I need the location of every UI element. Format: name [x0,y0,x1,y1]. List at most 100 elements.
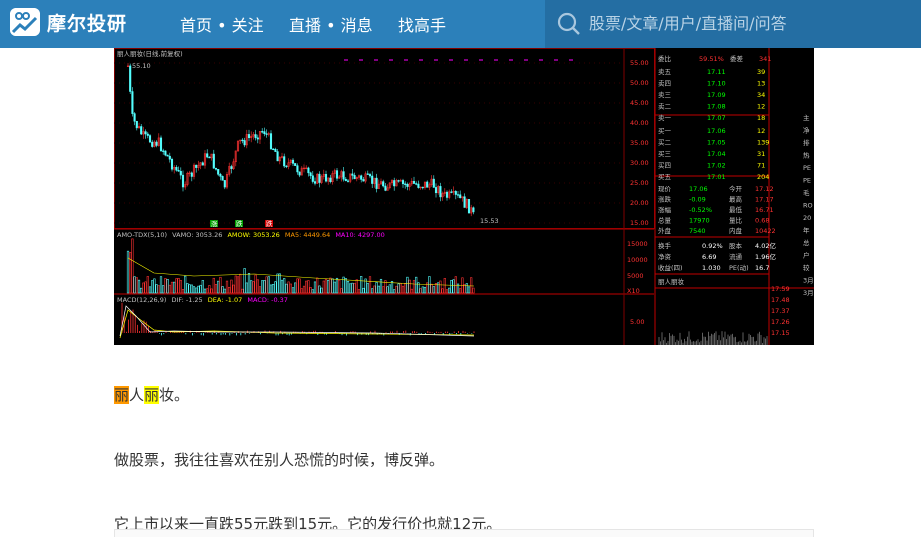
side-column-label: PE [803,164,811,172]
quote-stat-value: -0.52% [689,206,712,214]
event-marker-label: 涨 [211,219,218,228]
volume-bar [265,276,268,294]
volume-axis-tick: 15000 [627,240,648,248]
volume-bar [212,277,215,294]
candle-body [439,186,442,198]
volume-bar [351,282,354,294]
candle-body [223,180,226,188]
search-input[interactable] [589,10,909,36]
volume-bar [393,289,396,294]
candle-body [177,169,180,172]
candle-body [274,149,277,152]
ask-level-label: 卖一 [658,114,672,122]
candle-body [296,165,299,173]
volume-bar [225,280,229,294]
volume-bar [126,250,130,294]
volume-bar [254,274,257,294]
volume-bar [366,283,369,294]
candle-body [261,131,264,133]
keyword-highlight: 丽 [114,386,130,404]
quote-stat-label: 涨幅 [658,205,672,214]
volume-bar [230,279,233,294]
search-icon[interactable] [557,12,581,36]
kline-low-label: 15.53 [480,217,499,225]
candle-body [170,158,174,170]
dif-line [119,305,475,337]
vol-header-amow: AMOW: 3053.26 [227,231,279,239]
candle-body [140,126,143,135]
volume-bar [221,286,224,294]
volume-bar [267,276,270,294]
price-axis-tick: 30.00 [630,159,649,167]
book-volume: 204 [757,173,769,181]
quote-stat-value: 16.71 [755,206,774,214]
volume-bar [188,284,191,294]
vol-header-ma10: MA10: 4297.00 [335,231,384,239]
stock-info-label: 股本 [729,241,743,250]
volume-bar [331,278,334,294]
volume-bar [452,279,455,294]
volume-bar [395,285,398,294]
side-column-label: 较 [803,263,810,272]
volume-bar [243,268,246,294]
volume-bar [316,277,319,294]
volume-bar [320,287,323,294]
quote-stat-label: 现价 [658,185,672,193]
site-logo[interactable]: 摩尔投研 [10,8,127,36]
price-axis-tick: 35.00 [630,139,649,147]
volume-bar [419,288,422,294]
nav-live-messages[interactable]: 直播 • 消息 [289,0,373,48]
candle-body [406,183,409,187]
volume-bar [241,288,244,294]
candle-body [148,135,152,143]
volume-bar [129,252,132,294]
volume-bar [450,280,453,294]
volume-bar [203,288,207,294]
nav-find-experts[interactable]: 找高手 [398,0,446,48]
volume-bar [454,276,457,294]
event-marker-label: 跌 [266,219,273,228]
candle-body [454,191,457,195]
candle-body [456,194,460,196]
volume-axis-tick: 5000 [627,272,644,280]
volume-bar [197,285,200,294]
candle-body [166,154,169,157]
book-volume: 34 [757,91,765,99]
volume-bar [340,288,343,294]
price-axis-tick: 20.00 [630,199,649,207]
volume-bar [459,288,462,294]
volume-bar [137,279,141,294]
candle-body [243,140,246,146]
candle-body [404,183,407,185]
volume-bar [302,285,306,294]
volume-bar [298,278,301,294]
quote-stat-value: -0.09 [689,196,706,204]
candle-body [344,178,347,182]
candle-body [309,172,312,176]
volume-bar [199,284,202,294]
candle-body [463,196,466,208]
candle-body [351,173,354,176]
volume-bar [324,278,328,294]
candle-body [342,171,345,180]
volume-bar [437,282,440,294]
book-volume: 13 [757,80,765,88]
stock-info-value: 1.030 [702,264,721,272]
macd-header-name: MACD(12,26,9) [117,296,166,304]
volume-bar [131,238,134,294]
volume-bar [234,275,237,294]
volume-bar [208,285,211,294]
volume-bar [133,276,136,294]
candle-body [324,174,328,182]
volume-bar [322,280,325,294]
book-price: 17.01 [707,173,726,181]
logo-text: 摩尔投研 [47,12,128,35]
quote-stat-value: 17.17 [755,196,774,204]
quote-stat-label: 外盘 [658,226,672,235]
volume-bar [329,277,332,294]
ask-level-label: 卖三 [658,91,672,99]
candle-body [144,131,147,135]
book-price: 17.04 [707,150,726,158]
nav-home-follow[interactable]: 首页 • 关注 [180,0,264,48]
book-volume: 71 [757,162,765,170]
